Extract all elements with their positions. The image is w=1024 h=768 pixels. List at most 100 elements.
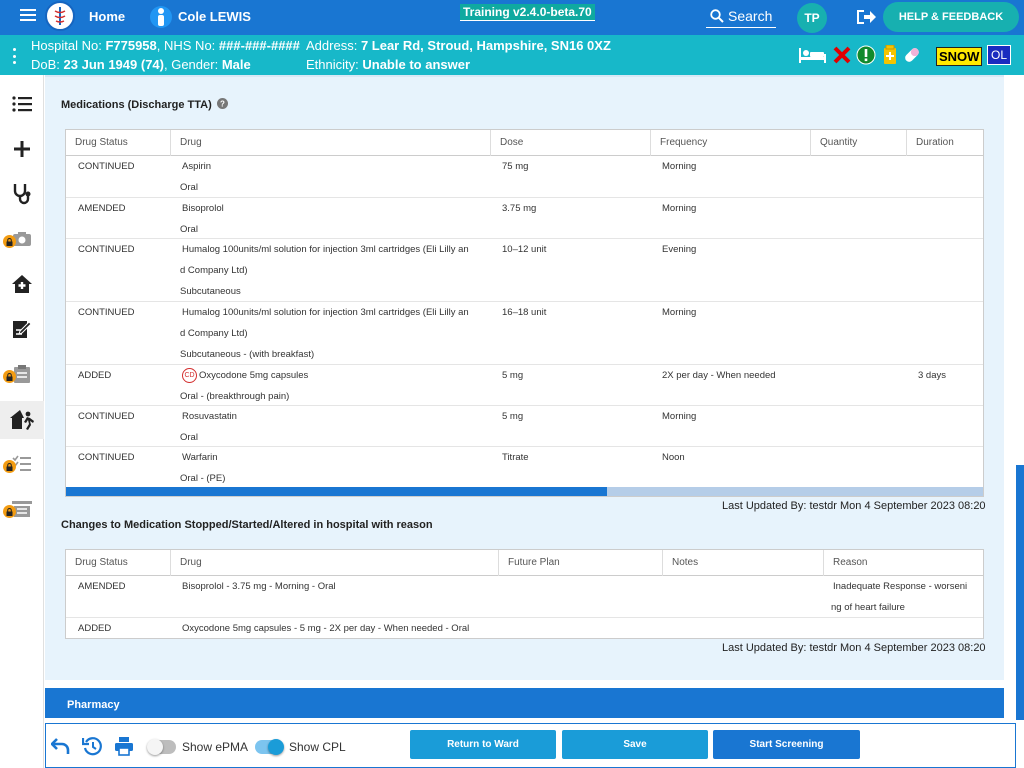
drug-frequency: Morning <box>662 411 697 422</box>
table-row[interactable]: CONTINUED Rosuvastatin Oral 5 mg Morning <box>66 406 983 447</box>
drug-route: Oral <box>180 224 198 235</box>
column-header[interactable]: Drug Status <box>66 550 128 576</box>
drug-cell: Rosuvastatin Oral <box>170 406 488 448</box>
more-icon[interactable] <box>13 48 17 64</box>
sidebar-item-home-health[interactable] <box>0 269 44 299</box>
column-header[interactable]: Drug Status <box>66 130 128 156</box>
drug-route: Oral - (PE) <box>180 473 226 484</box>
drug-dose: 3.75 mg <box>502 203 537 214</box>
drug-name: Warfarin <box>182 452 218 463</box>
sidebar-item-notes[interactable] <box>0 314 44 344</box>
table-row[interactable]: ADDED CD Oxycodone 5mg capsules Oral - (bre… <box>66 365 983 406</box>
user-avatar[interactable]: TP <box>797 3 827 33</box>
drug-status: CONTINUED <box>78 161 135 172</box>
show-cpl-label: Show CPL <box>289 740 346 754</box>
red-cross-icon[interactable] <box>832 45 852 65</box>
patient-identifiers: Hospital No: F775958, NHS No: ###-###-##… <box>31 38 300 53</box>
drug-status: CONTINUED <box>78 244 135 255</box>
table-row[interactable]: ADDED Oxycodone 5mg capsules - 5 mg - 2X … <box>66 618 983 639</box>
table-row[interactable]: CONTINUED Warfarin Oral - (PE) Titrate Noon <box>66 447 983 489</box>
table-row[interactable]: CONTINUED Humalog 100units/ml solution fo… <box>66 239 983 302</box>
vertical-scrollbar[interactable] <box>1016 465 1024 720</box>
patient-name: Cole LEWIS <box>178 9 251 24</box>
footer-toolbar: Show ePMA Show CPL Return to Ward Save S… <box>45 723 1016 768</box>
start-screening-button[interactable]: Start Screening <box>713 730 860 759</box>
changes-table-body: AMENDED Bisoprolol - 3.75 mg - Morning - … <box>66 576 983 639</box>
drug-name: Aspirin <box>182 161 212 172</box>
return-to-ward-button[interactable]: Return to Ward <box>410 730 556 759</box>
undo-icon[interactable] <box>51 736 71 756</box>
column-header[interactable]: Reason <box>823 550 867 576</box>
sidebar-item-clinical[interactable] <box>0 179 44 209</box>
medications-last-updated: Last Updated By: testdr Mon 4 September … <box>722 500 986 512</box>
drug-frequency: 2X per day - When needed <box>662 370 776 381</box>
drug-name: Bisoprolol <box>182 203 224 214</box>
column-header[interactable]: Drug <box>170 550 202 576</box>
drug-route: Oral - (breakthrough pain) <box>180 391 290 402</box>
sidebar-item-checklist[interactable] <box>0 449 44 479</box>
save-button[interactable]: Save <box>562 730 708 759</box>
logout-icon[interactable] <box>855 8 877 26</box>
ol-badge[interactable]: OL <box>987 45 1012 65</box>
history-icon[interactable] <box>82 736 102 756</box>
column-header[interactable]: Future Plan <box>498 550 560 576</box>
help-icon[interactable]: ? <box>216 98 228 109</box>
drug-status: AMENDED <box>78 203 126 214</box>
drug-name: Oxycodone 5mg capsules <box>199 370 309 381</box>
sidebar-item-add[interactable] <box>0 134 44 164</box>
sidebar-item-clipboard[interactable] <box>0 359 44 389</box>
table-row[interactable]: CONTINUED Aspirin Oral 75 mg Morning <box>66 156 983 198</box>
search-label: Search <box>728 7 773 24</box>
drug-frequency: Morning <box>662 161 697 172</box>
changes-table-header: Drug Status Drug Future Plan Notes Reason <box>66 550 983 576</box>
divider <box>45 75 1004 77</box>
changes-table: Drug Status Drug Future Plan Notes Reason AM… <box>65 549 984 639</box>
home-health-icon <box>12 275 32 293</box>
print-icon[interactable] <box>114 736 134 756</box>
drug-dose: Titrate <box>502 452 529 463</box>
show-cpl-toggle[interactable] <box>255 739 284 755</box>
controlled-drug-icon: CD <box>182 367 197 383</box>
menu-icon[interactable] <box>20 9 36 21</box>
patient-ethnicity: Ethnicity: Unable to answer <box>306 57 471 72</box>
app-logo[interactable] <box>45 1 75 31</box>
snow-badge[interactable]: SNOW <box>936 47 983 66</box>
drug-status: ADDED <box>78 370 112 381</box>
column-header[interactable]: Duration <box>906 130 954 156</box>
sidebar-item-document[interactable] <box>0 494 44 524</box>
medication-alert-icon[interactable] <box>882 45 898 65</box>
show-epma-toggle[interactable] <box>147 739 176 755</box>
horizontal-scrollbar[interactable] <box>66 487 983 496</box>
change-status: ADDED <box>78 623 112 634</box>
change-drug: Oxycodone 5mg capsules - 5 mg - 2X per d… <box>182 623 470 634</box>
table-row[interactable]: AMENDED Bisoprolol - 3.75 mg - Morning - … <box>66 576 983 618</box>
pharmacy-section-header[interactable]: Pharmacy <box>45 688 1004 718</box>
help-feedback-button[interactable]: HELP & FEEDBACK <box>883 2 1019 32</box>
sidebar-item-camera[interactable] <box>0 224 44 254</box>
table-row[interactable]: AMENDED Bisoprolol Oral 3.75 mg Morning <box>66 198 983 239</box>
search-button[interactable]: Search <box>706 4 776 28</box>
column-header[interactable]: Drug <box>170 130 202 156</box>
column-header[interactable]: Notes <box>662 550 698 576</box>
column-header[interactable]: Quantity <box>810 130 857 156</box>
column-header[interactable]: Frequency <box>650 130 707 156</box>
drug-name: Humalog 100units/ml solution for injecti… <box>182 244 469 255</box>
drug-status: CONTINUED <box>78 307 135 318</box>
home-link[interactable]: Home <box>89 9 125 24</box>
sidebar-item-list[interactable] <box>0 89 44 119</box>
sidebar-item-discharge[interactable] <box>0 401 44 439</box>
bed-icon[interactable] <box>798 45 828 65</box>
medications-table-body: CONTINUED Aspirin Oral 75 mg Morning AMENDED B… <box>66 156 983 489</box>
column-header[interactable]: Dose <box>490 130 523 156</box>
drug-name-cont: d Company Ltd) <box>180 328 248 339</box>
patient-dob-gender: DoB: 23 Jun 1949 (74), Gender: Male <box>31 57 251 72</box>
scrollbar-thumb[interactable] <box>66 487 608 496</box>
drug-route: Subcutaneous <box>180 286 241 297</box>
pill-icon[interactable] <box>902 45 922 65</box>
medications-table-header: Drug Status Drug Dose Frequency Quantity Dura… <box>66 130 983 156</box>
table-row[interactable]: CONTINUED Humalog 100units/ml solution fo… <box>66 302 983 365</box>
exclamation-icon[interactable] <box>856 45 876 65</box>
sidebar <box>0 75 44 768</box>
drug-cell: Humalog 100units/ml solution for injecti… <box>170 302 488 365</box>
lock-icon <box>3 235 16 248</box>
